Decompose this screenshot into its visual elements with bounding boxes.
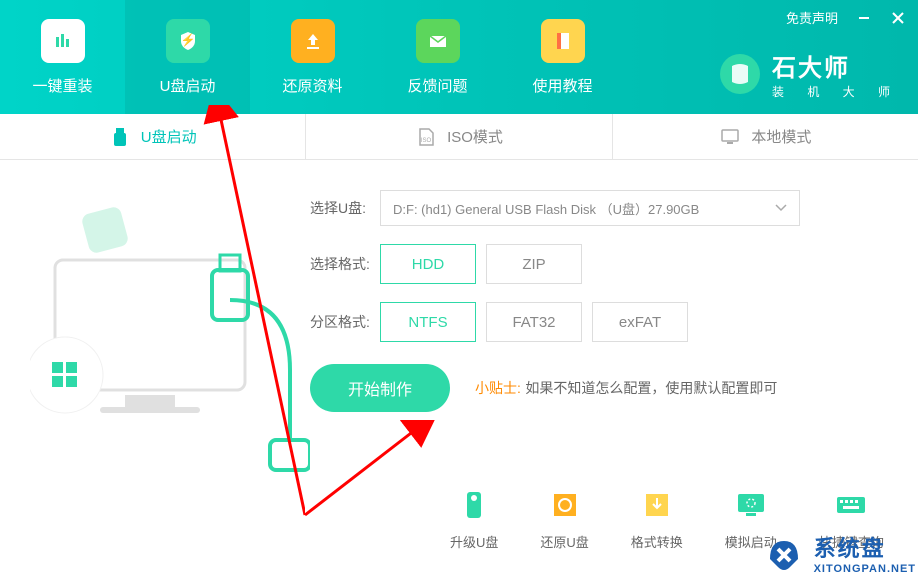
tab-iso-mode[interactable]: ISO ISO模式 [306, 114, 612, 159]
tool-convert[interactable]: 格式转换 [631, 488, 683, 551]
tool-upgrade-usb[interactable]: 升级U盘 [450, 488, 498, 551]
nav-reinstall[interactable]: 一键重装 [0, 0, 125, 114]
minimize-button[interactable] [856, 10, 872, 26]
brand: 石大师 装 机 大 师 [718, 48, 900, 100]
nav-tutorial[interactable]: 使用教程 [500, 0, 625, 114]
simulate-icon [734, 488, 768, 522]
usb-select-label: 选择U盘: [310, 198, 380, 218]
format-option-hdd[interactable]: HDD [380, 244, 476, 284]
upload-icon [291, 19, 335, 63]
restore-icon [548, 488, 582, 522]
mail-icon [416, 19, 460, 63]
partition-option-fat32[interactable]: FAT32 [486, 302, 582, 342]
iso-icon: ISO [415, 126, 437, 148]
svg-text:ISO: ISO [421, 138, 432, 144]
tool-restore-usb[interactable]: 还原U盘 [540, 488, 588, 551]
watermark-url: XITONGPAN.NET [814, 563, 916, 575]
annotation-arrow-2 [300, 420, 440, 520]
partition-label: 分区格式: [310, 312, 380, 332]
nav-restore[interactable]: 还原资料 [250, 0, 375, 114]
usb-select[interactable]: D:F: (hd1) General USB Flash Disk （U盘）27… [380, 190, 800, 226]
partition-option-exfat[interactable]: exFAT [592, 302, 688, 342]
brand-subtitle: 装 机 大 师 [772, 83, 900, 100]
start-create-button[interactable]: 开始制作 [310, 364, 450, 412]
partition-option-ntfs[interactable]: NTFS [380, 302, 476, 342]
chevron-down-icon [775, 204, 787, 212]
svg-text:⚡: ⚡ [180, 33, 195, 47]
hotkey-icon [834, 488, 868, 522]
format-option-zip[interactable]: ZIP [486, 244, 582, 284]
shield-icon: ⚡ [166, 19, 210, 63]
nav-feedback[interactable]: 反馈问题 [375, 0, 500, 114]
format-label: 选择格式: [310, 254, 380, 274]
local-icon [719, 126, 741, 148]
close-button[interactable] [890, 10, 906, 26]
book-icon [541, 19, 585, 63]
tab-local-mode[interactable]: 本地模式 [613, 114, 918, 159]
watermark: 系统盘 XITONGPAN.NET [760, 529, 916, 577]
tip-text: 如果不知道怎么配置，使用默认配置即可 [525, 380, 777, 396]
tab-usb-boot[interactable]: U盘启动 [0, 114, 306, 159]
watermark-name: 系统盘 [814, 531, 916, 563]
nav-usb-boot[interactable]: ⚡ U盘启动 [125, 0, 250, 114]
bars-icon [41, 19, 85, 63]
mode-tabs: U盘启动 ISO ISO模式 本地模式 [0, 114, 918, 160]
watermark-logo-icon [760, 529, 808, 577]
app-header: 免责声明 一键重装 ⚡ U盘启动 还原资料 反馈问题 使用教程 石大师 装 机 … [0, 0, 918, 114]
tip-label: 小贴士: [475, 380, 521, 396]
brand-name: 石大师 [772, 48, 900, 83]
usb-icon [109, 126, 131, 148]
upgrade-icon [457, 488, 491, 522]
disclaimer-link[interactable]: 免责声明 [786, 8, 838, 27]
convert-icon [640, 488, 674, 522]
brand-logo-icon [718, 52, 762, 96]
